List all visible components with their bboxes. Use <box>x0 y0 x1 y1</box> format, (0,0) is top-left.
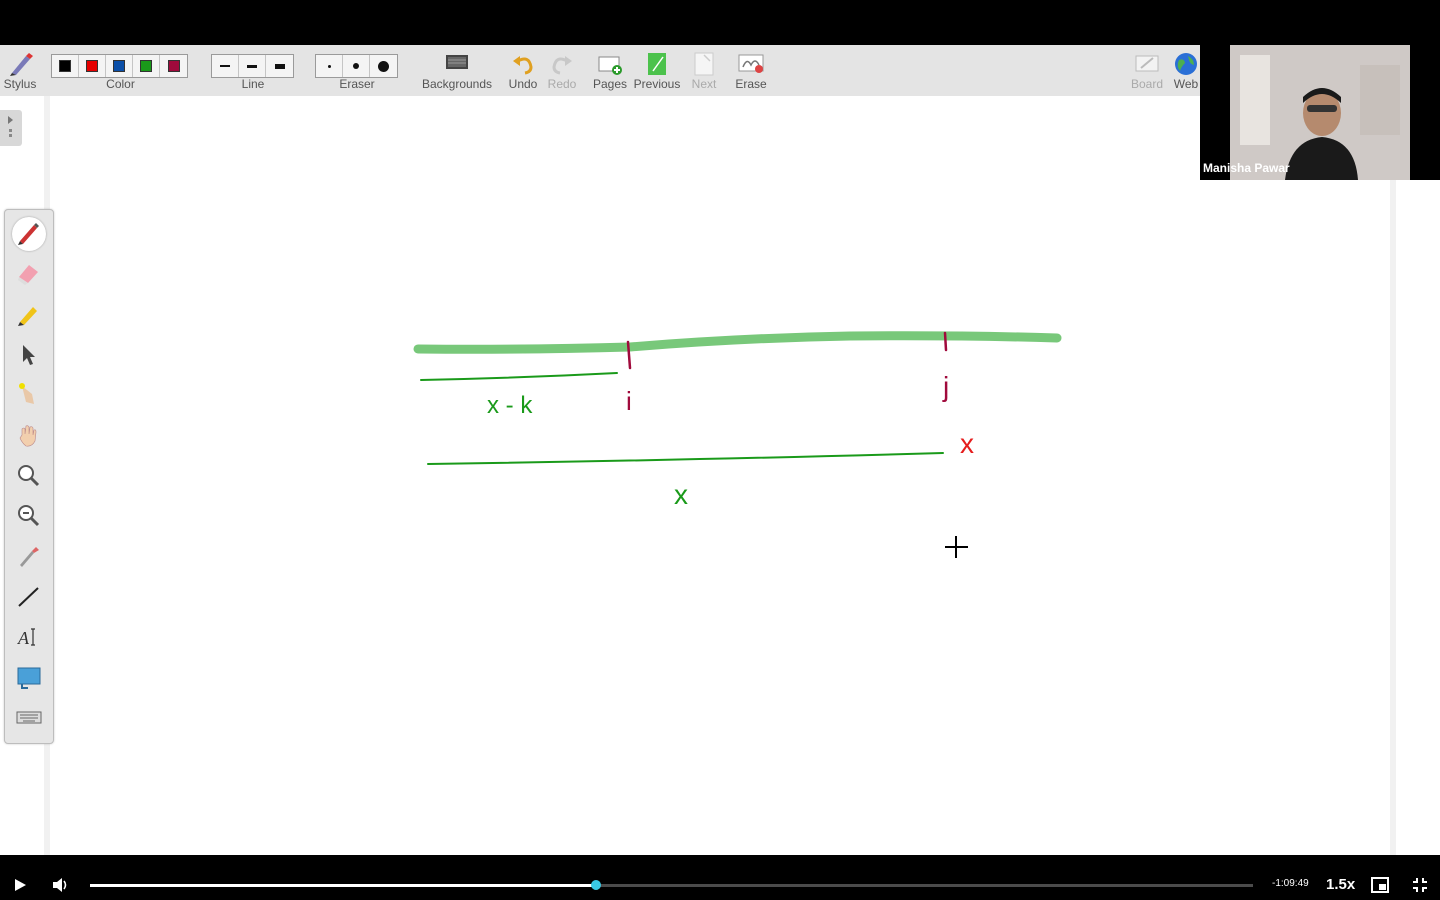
laser-pointer-icon <box>19 383 34 405</box>
zoom-out-tool-button[interactable] <box>12 499 46 533</box>
eyedropper-tool-button[interactable] <box>12 539 46 573</box>
label-x-minus-k: x - k <box>487 392 533 419</box>
label-x-red: x <box>960 428 974 459</box>
line-tool-icon <box>18 586 39 607</box>
hand-pan-tool-button[interactable] <box>12 419 46 453</box>
line-tool-tool-button[interactable] <box>12 580 46 614</box>
progress-bar[interactable] <box>90 880 1253 890</box>
presenter-video <box>1230 45 1410 180</box>
exit-fullscreen-icon[interactable] <box>1412 877 1428 893</box>
pointer-arrow-tool-button[interactable] <box>12 338 46 372</box>
zoom-in-icon <box>18 464 40 486</box>
picture-in-picture-icon[interactable] <box>1371 877 1389 893</box>
progress-fill <box>90 884 596 887</box>
drawing-tools-panel: A <box>4 209 54 744</box>
pen-icon <box>18 223 39 245</box>
eraser-tool-button[interactable] <box>12 257 46 291</box>
presenter-video-tile[interactable]: Manisha Pawar <box>1200 45 1440 180</box>
hand-pan-icon <box>19 424 37 446</box>
zoom-in-tool-button[interactable] <box>12 459 46 493</box>
segment-x <box>427 452 944 465</box>
text-tool-tool-button[interactable]: A <box>12 620 46 654</box>
presenter-silhouette <box>1230 45 1410 180</box>
crosshair-cursor-icon <box>945 536 968 558</box>
green-array-band <box>413 331 1062 354</box>
highlighter-icon <box>18 306 37 326</box>
highlighter-tool-button[interactable] <box>12 298 46 332</box>
eraser-icon <box>18 265 38 286</box>
svg-text:A: A <box>17 628 30 648</box>
eyedropper-icon <box>20 547 39 568</box>
label-x-green: x <box>674 479 688 510</box>
zoom-out-icon <box>18 505 40 527</box>
playback-speed-button[interactable]: 1.5x <box>1326 876 1355 893</box>
label-i: i <box>626 386 632 416</box>
segment-x-minus-k <box>420 372 618 381</box>
label-j: j <box>942 371 949 402</box>
keyboard-icon <box>16 711 42 724</box>
keyboard-tool-button[interactable] <box>12 701 46 735</box>
progress-handle[interactable] <box>590 880 601 890</box>
image-tool-icon <box>17 667 41 690</box>
laser-pointer-tool-button[interactable] <box>12 378 46 412</box>
text-tool-icon: A <box>17 628 35 648</box>
volume-icon[interactable] <box>51 876 69 894</box>
presenter-name: Manisha Pawar <box>1203 161 1290 175</box>
video-player-controls <box>0 855 1440 900</box>
remaining-time: -1:09:49 <box>1272 878 1309 889</box>
image-tool-tool-button[interactable] <box>12 660 46 694</box>
pointer-arrow-icon <box>23 344 35 365</box>
index-j-tick <box>943 331 948 352</box>
pen-tool-button[interactable] <box>12 217 46 251</box>
play-icon[interactable] <box>12 877 28 893</box>
